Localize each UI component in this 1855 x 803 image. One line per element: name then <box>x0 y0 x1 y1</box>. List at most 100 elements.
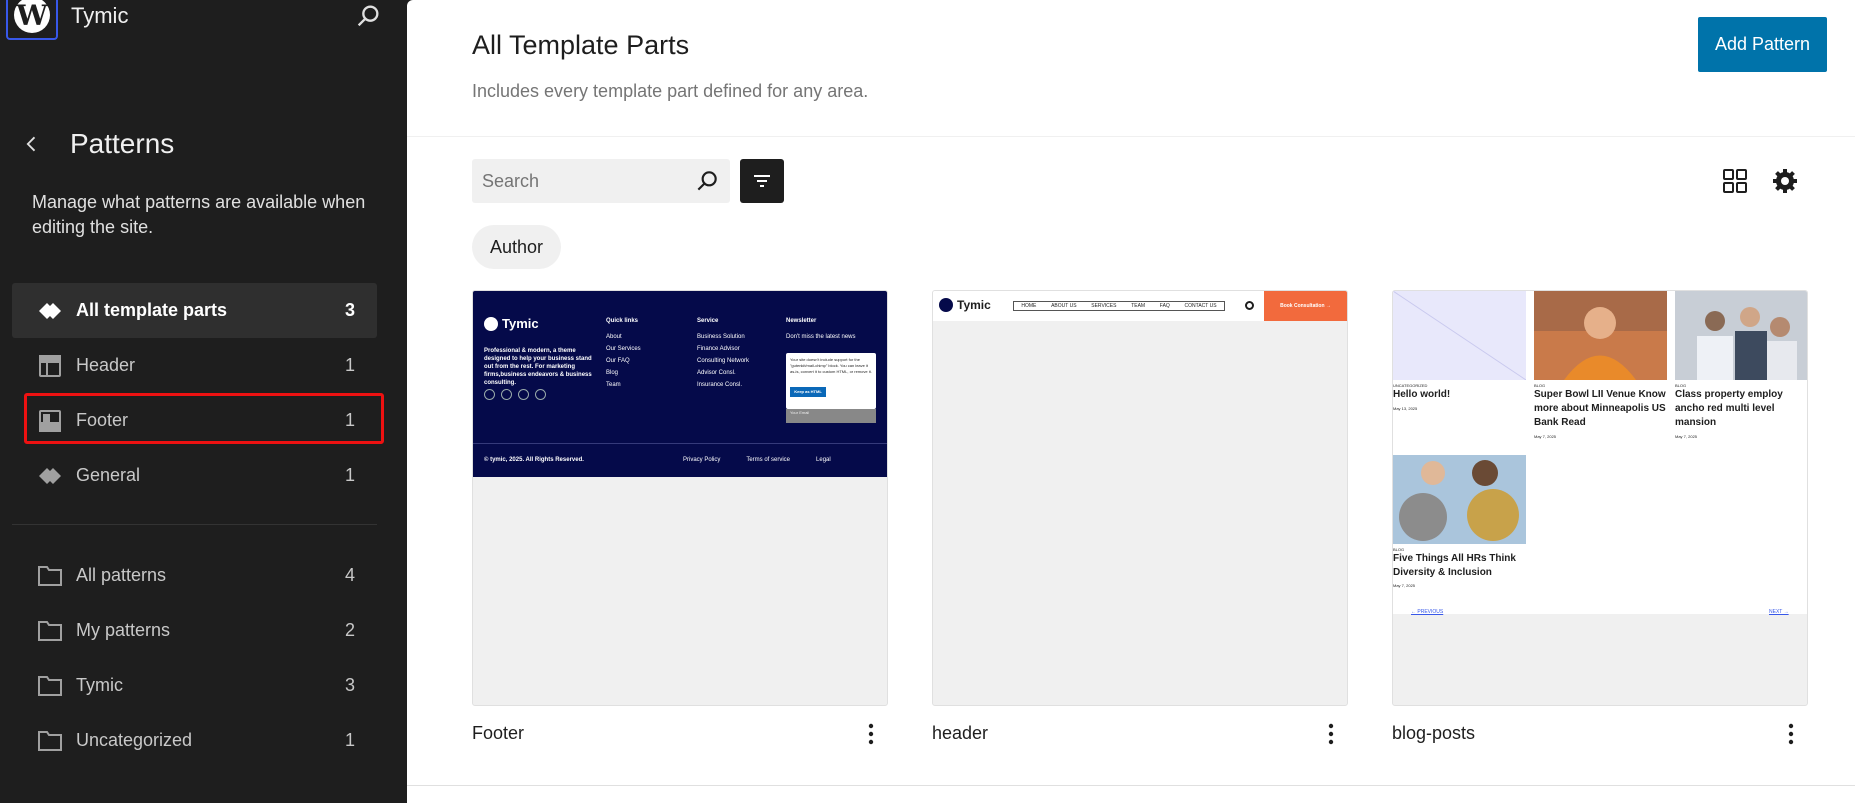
folder-icon <box>36 727 64 755</box>
card-title[interactable]: Footer <box>472 723 524 744</box>
preview-link: About <box>606 334 622 340</box>
back-button[interactable] <box>18 130 46 158</box>
card-title[interactable]: blog-posts <box>1392 723 1475 744</box>
site-hub: W Tymic <box>0 0 407 40</box>
preview-link: Business Solution <box>697 334 745 340</box>
nav-item-count: 1 <box>344 730 355 750</box>
site-title[interactable]: Tymic <box>71 3 128 29</box>
filter-button[interactable] <box>740 159 784 203</box>
preview-post-title: Super Bowl LII Venue Know more about Min… <box>1534 389 1666 428</box>
logo-mark-icon <box>484 316 498 331</box>
preview-menu-item: SERVICES <box>1091 303 1117 309</box>
preview-legal-link: Privacy Policy <box>683 457 721 463</box>
search-icon[interactable] <box>354 2 382 30</box>
header-icon <box>36 352 64 380</box>
nav-item-count: 2 <box>344 620 355 640</box>
nav-item-count: 3 <box>344 300 355 320</box>
nav-item-label: Uncategorized <box>76 730 193 750</box>
preview-post-date: May 13, 2025 <box>1393 406 1418 411</box>
page-description: Includes every template part defined for… <box>472 81 869 101</box>
nav-item-label: Header <box>76 355 136 375</box>
symbol-icon <box>36 462 64 490</box>
folder-icon <box>36 562 64 590</box>
preview-post-title: Hello world! <box>1393 389 1451 400</box>
preview-blurb: Professional & modern, a theme designed … <box>484 348 592 386</box>
card-actions-button[interactable] <box>858 720 884 748</box>
card-actions-button[interactable] <box>1318 720 1344 748</box>
wordpress-logo-icon[interactable]: W <box>6 0 58 40</box>
preview-divider <box>473 443 887 444</box>
preview-keep-html: Keep as HTML <box>790 387 826 397</box>
preview-logo: Tymic <box>957 298 991 312</box>
pattern-preview[interactable]: Tymic HOME ABOUT US SERVICES TEAM FAQ CO… <box>932 290 1348 706</box>
nav-item-general[interactable]: General 1 <box>12 448 377 503</box>
nav-item-label: My patterns <box>76 620 171 640</box>
card-title[interactable]: header <box>932 723 988 744</box>
preview-link: Insurance Consl. <box>697 382 743 388</box>
preview-post-title: Five Things All HRs Think Diversity & In… <box>1393 553 1516 578</box>
preview-post-date: May 7, 2025 <box>1675 434 1698 439</box>
nav-item-label: General <box>76 465 141 485</box>
social-icons <box>484 389 546 400</box>
nav-item-label: Tymic <box>76 675 123 695</box>
twitter-icon <box>501 389 512 400</box>
page-title: All Template Parts <box>472 30 690 60</box>
preview-newsletter-sub: Don't miss the latest news <box>786 334 856 340</box>
chevron-left-icon <box>26 136 36 152</box>
main-content: All Template Parts Includes every templa… <box>407 0 1855 803</box>
preview-menu-item: ABOUT US <box>1051 303 1077 309</box>
preview-menu-item: TEAM <box>1131 303 1146 309</box>
gear-icon[interactable] <box>1770 166 1800 196</box>
preview-logo: Tymic <box>502 316 539 331</box>
card-actions-button[interactable] <box>1778 720 1804 748</box>
sidebar: W Tymic Patterns Manage what patterns ar… <box>0 0 407 803</box>
preview-next-link: NEXT → <box>1769 609 1789 615</box>
nav-item-tymic[interactable]: Tymic 3 <box>12 658 377 713</box>
nav-item-label: Footer <box>76 410 129 430</box>
preview-link: Our Services <box>606 346 641 352</box>
search-input[interactable] <box>472 159 692 203</box>
folder-icon <box>36 617 64 645</box>
preview-link: Finance Advisor <box>697 346 740 352</box>
nav-item-header[interactable]: Header 1 <box>12 338 377 393</box>
account-icon <box>1245 301 1254 310</box>
nav-item-all-template-parts[interactable]: All template parts 3 <box>12 283 377 338</box>
symbol-icon <box>36 297 64 325</box>
blog-preview-thumbnail: UNCATEGORIZED Hello world! May 13, 2025 … <box>1393 291 1807 615</box>
nav-item-my-patterns[interactable]: My patterns 2 <box>12 603 377 658</box>
bottom-divider <box>407 785 1855 786</box>
nav-item-footer[interactable]: Footer 1 <box>12 393 377 448</box>
pattern-preview[interactable]: Tymic Professional & modern, a theme des… <box>472 290 888 706</box>
pattern-card-blog-posts[interactable]: UNCATEGORIZED Hello world! May 13, 2025 … <box>1392 290 1808 745</box>
pinterest-icon <box>535 389 546 400</box>
add-pattern-button[interactable]: Add Pattern <box>1697 17 1827 72</box>
preview-post-date: May 7, 2025 <box>1393 583 1416 588</box>
preview-copyright: © tymic, 2025. All Rights Reserved. <box>484 457 584 463</box>
search-icon <box>697 171 717 191</box>
pattern-card-header[interactable]: Tymic HOME ABOUT US SERVICES TEAM FAQ CO… <box>932 290 1348 745</box>
author-filter-chip[interactable]: Author <box>472 225 562 269</box>
preview-menu-item: HOME <box>1021 303 1037 309</box>
more-vertical-icon <box>868 723 874 745</box>
more-vertical-icon <box>1788 723 1794 745</box>
header-divider <box>407 136 1855 137</box>
pattern-card-footer[interactable]: Tymic Professional & modern, a theme des… <box>472 290 888 745</box>
preview-email-field: Your Email <box>786 409 876 423</box>
nav-item-uncategorized[interactable]: Uncategorized 1 <box>12 713 377 768</box>
nav-item-count: 1 <box>344 465 355 485</box>
grid-view-icon[interactable] <box>1720 166 1750 196</box>
preview-post-title: Class property employ ancho red multi le… <box>1675 389 1783 428</box>
preview-notice: Your site doesn't include support for th… <box>790 357 872 374</box>
preview-menu-item: CONTACT US <box>1184 303 1217 309</box>
sidebar-divider <box>12 524 377 525</box>
nav-item-all-patterns[interactable]: All patterns 4 <box>12 548 377 603</box>
pattern-preview[interactable]: UNCATEGORIZED Hello world! May 13, 2025 … <box>1392 290 1808 706</box>
placeholder-image <box>1393 291 1526 380</box>
header-preview-thumbnail: Tymic HOME ABOUT US SERVICES TEAM FAQ CO… <box>933 291 1347 321</box>
footer-preview-thumbnail: Tymic Professional & modern, a theme des… <box>473 291 887 477</box>
preview-link: Consulting Network <box>697 358 750 364</box>
post-image-woman <box>1534 291 1667 380</box>
post-image-signs <box>1393 455 1526 544</box>
preview-link: Blog <box>606 370 619 376</box>
preview-link: Our FAQ <box>606 358 630 364</box>
